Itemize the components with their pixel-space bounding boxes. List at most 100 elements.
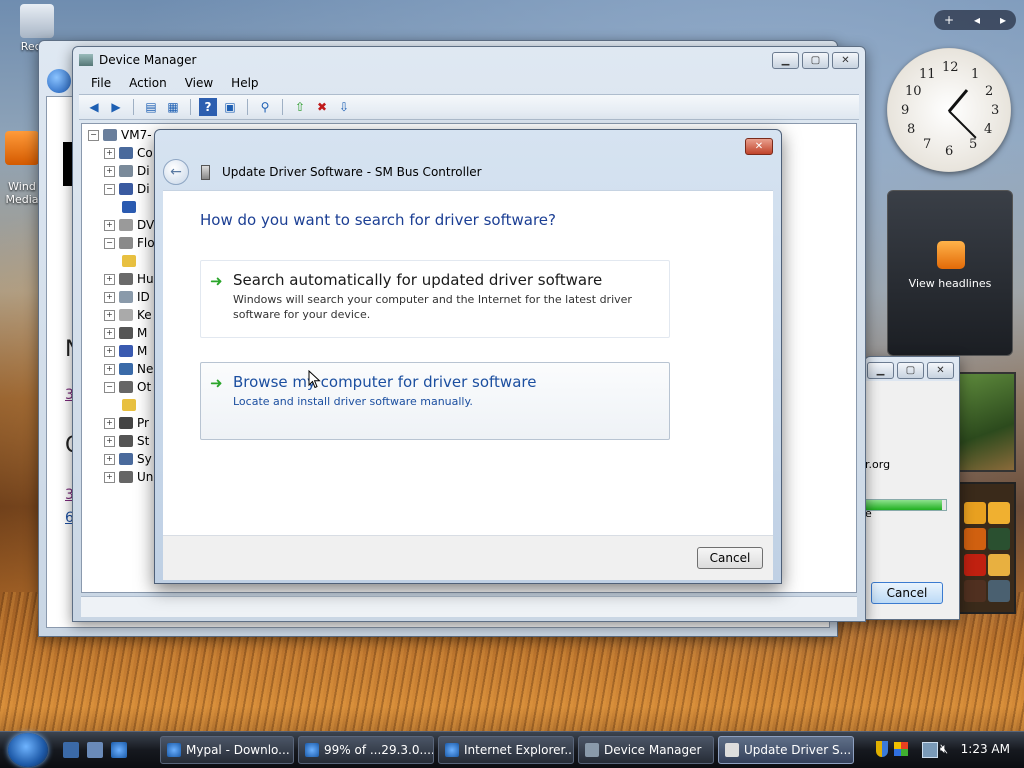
back-arrow-icon[interactable]: ← [163, 159, 189, 185]
device-icon [119, 471, 133, 483]
view-icon[interactable]: ▣ [221, 98, 239, 116]
tree-item[interactable]: − Ot [104, 378, 151, 396]
help-icon[interactable]: ? [199, 98, 217, 116]
tree-item[interactable]: + Di [104, 162, 150, 180]
tree-item[interactable]: + Un [104, 468, 153, 486]
expand-icon[interactable]: + [104, 165, 115, 177]
taskbar-button[interactable]: Mypal - Downlo... [160, 736, 294, 764]
tree-item[interactable]: + Ke [104, 306, 152, 324]
clock-time[interactable]: 1:23 AM [961, 742, 1010, 756]
device-icon [119, 273, 133, 285]
tree-item[interactable]: + Pr [104, 414, 149, 432]
tree-item[interactable]: + St [104, 432, 149, 450]
close-button[interactable]: ✕ [745, 138, 773, 155]
volume-muted-icon[interactable]: 🔇︎ [940, 742, 948, 757]
puzzle-tile[interactable] [964, 580, 986, 602]
internet-explorer-icon[interactable] [111, 742, 127, 758]
tree-item[interactable]: + DV [104, 216, 154, 234]
close-button[interactable]: ✕ [832, 52, 859, 69]
computer-icon [103, 129, 117, 141]
security-shield-icon[interactable] [876, 741, 888, 757]
expand-icon[interactable]: + [104, 453, 115, 465]
collapse-icon[interactable]: − [88, 129, 99, 141]
device-manager-titlebar[interactable]: Device Manager [73, 47, 865, 73]
expand-icon[interactable]: + [104, 273, 115, 285]
search-automatically-option[interactable]: ➜ Search automatically for updated drive… [200, 260, 670, 338]
menu-file[interactable]: File [91, 76, 111, 90]
tree-item[interactable]: + Co [104, 144, 153, 162]
ie-back-icon[interactable] [47, 69, 71, 93]
close-button[interactable]: ✕ [927, 362, 954, 379]
expand-icon[interactable]: + [104, 327, 115, 339]
tree-item[interactable]: − Flo [104, 234, 155, 252]
minimize-button[interactable]: ▁ [772, 52, 799, 69]
taskbar-button[interactable]: Update Driver S... [718, 736, 854, 764]
expand-icon[interactable]: + [104, 147, 115, 159]
slideshow-gadget[interactable] [956, 372, 1016, 472]
cancel-button[interactable]: Cancel [697, 547, 763, 569]
expand-icon[interactable]: + [104, 219, 115, 231]
taskbar-button[interactable]: Internet Explorer... [438, 736, 574, 764]
puzzle-tile[interactable] [988, 580, 1010, 602]
tree-root[interactable]: − VM7- [88, 126, 152, 144]
tree-item[interactable]: + M [104, 342, 147, 360]
tree-item[interactable]: + Ne [104, 360, 153, 378]
update-icon[interactable]: ⇧ [291, 98, 309, 116]
expand-icon[interactable]: + [104, 417, 115, 429]
expand-icon[interactable]: + [104, 309, 115, 321]
feed-headlines-gadget[interactable]: View headlines [887, 190, 1013, 356]
taskbar-button[interactable]: Device Manager [578, 736, 714, 764]
puzzle-tile[interactable] [988, 528, 1010, 550]
uninstall-icon[interactable]: ✖ [313, 98, 331, 116]
tree-item[interactable] [122, 396, 140, 414]
back-icon[interactable]: ◀ [85, 98, 103, 116]
maximize-button[interactable]: ▢ [802, 52, 829, 69]
clock-gadget[interactable]: 12 1 2 3 4 5 6 7 8 9 10 11 [887, 48, 1011, 172]
tree-item[interactable]: + Hu [104, 270, 154, 288]
tree-item[interactable]: + M [104, 324, 147, 342]
add-gadget-button[interactable]: + [944, 13, 954, 27]
windows-flag-icon[interactable] [894, 742, 908, 756]
switch-windows-icon[interactable] [87, 742, 103, 758]
tree-item[interactable] [122, 252, 140, 270]
menu-view[interactable]: View [185, 76, 213, 90]
expand-icon[interactable]: + [104, 435, 115, 447]
properties-icon[interactable]: ▤ [142, 98, 160, 116]
browse-computer-option[interactable]: ➜ Browse my computer for driver software… [200, 362, 670, 440]
next-gadget-button[interactable]: ▸ [1000, 13, 1006, 27]
picture-puzzle-gadget[interactable] [956, 482, 1016, 614]
collapse-icon[interactable]: − [104, 237, 115, 249]
minimize-button[interactable]: ▁ [867, 362, 894, 379]
network-icon[interactable] [922, 742, 938, 758]
tree-item[interactable] [122, 198, 140, 216]
tree-item[interactable]: + Sy [104, 450, 152, 468]
puzzle-tile[interactable] [964, 528, 986, 550]
download-window[interactable]: ▁ ▢ ✕ r.org e Cancel [864, 356, 960, 620]
prev-gadget-button[interactable]: ◂ [974, 13, 980, 27]
show-desktop-icon[interactable] [63, 742, 79, 758]
collapse-icon[interactable]: − [104, 381, 115, 393]
scan-icon[interactable]: ⚲ [256, 98, 274, 116]
expand-icon[interactable]: + [104, 291, 115, 303]
puzzle-tile[interactable] [988, 502, 1010, 524]
puzzle-tile[interactable] [964, 502, 986, 524]
expand-icon[interactable]: + [104, 363, 115, 375]
menu-help[interactable]: Help [231, 76, 258, 90]
list-icon[interactable]: ▦ [164, 98, 182, 116]
start-button[interactable] [8, 733, 48, 767]
expand-icon[interactable]: + [104, 345, 115, 357]
tree-item-label: M [137, 326, 148, 340]
puzzle-tile[interactable] [988, 554, 1010, 576]
maximize-button[interactable]: ▢ [897, 362, 924, 379]
collapse-icon[interactable]: − [104, 183, 115, 195]
expand-icon[interactable]: + [104, 471, 115, 483]
update-driver-dialog[interactable]: ✕ ← Update Driver Software - SM Bus Cont… [154, 129, 782, 584]
taskbar-button[interactable]: 99% of ...29.3.0.... [298, 736, 434, 764]
tree-item[interactable]: + ID [104, 288, 150, 306]
puzzle-tile[interactable] [964, 554, 986, 576]
disable-icon[interactable]: ⇩ [335, 98, 353, 116]
menu-action[interactable]: Action [129, 76, 167, 90]
tree-item[interactable]: − Di [104, 180, 150, 198]
forward-icon[interactable]: ▶ [107, 98, 125, 116]
download-cancel-button[interactable]: Cancel [871, 582, 943, 604]
